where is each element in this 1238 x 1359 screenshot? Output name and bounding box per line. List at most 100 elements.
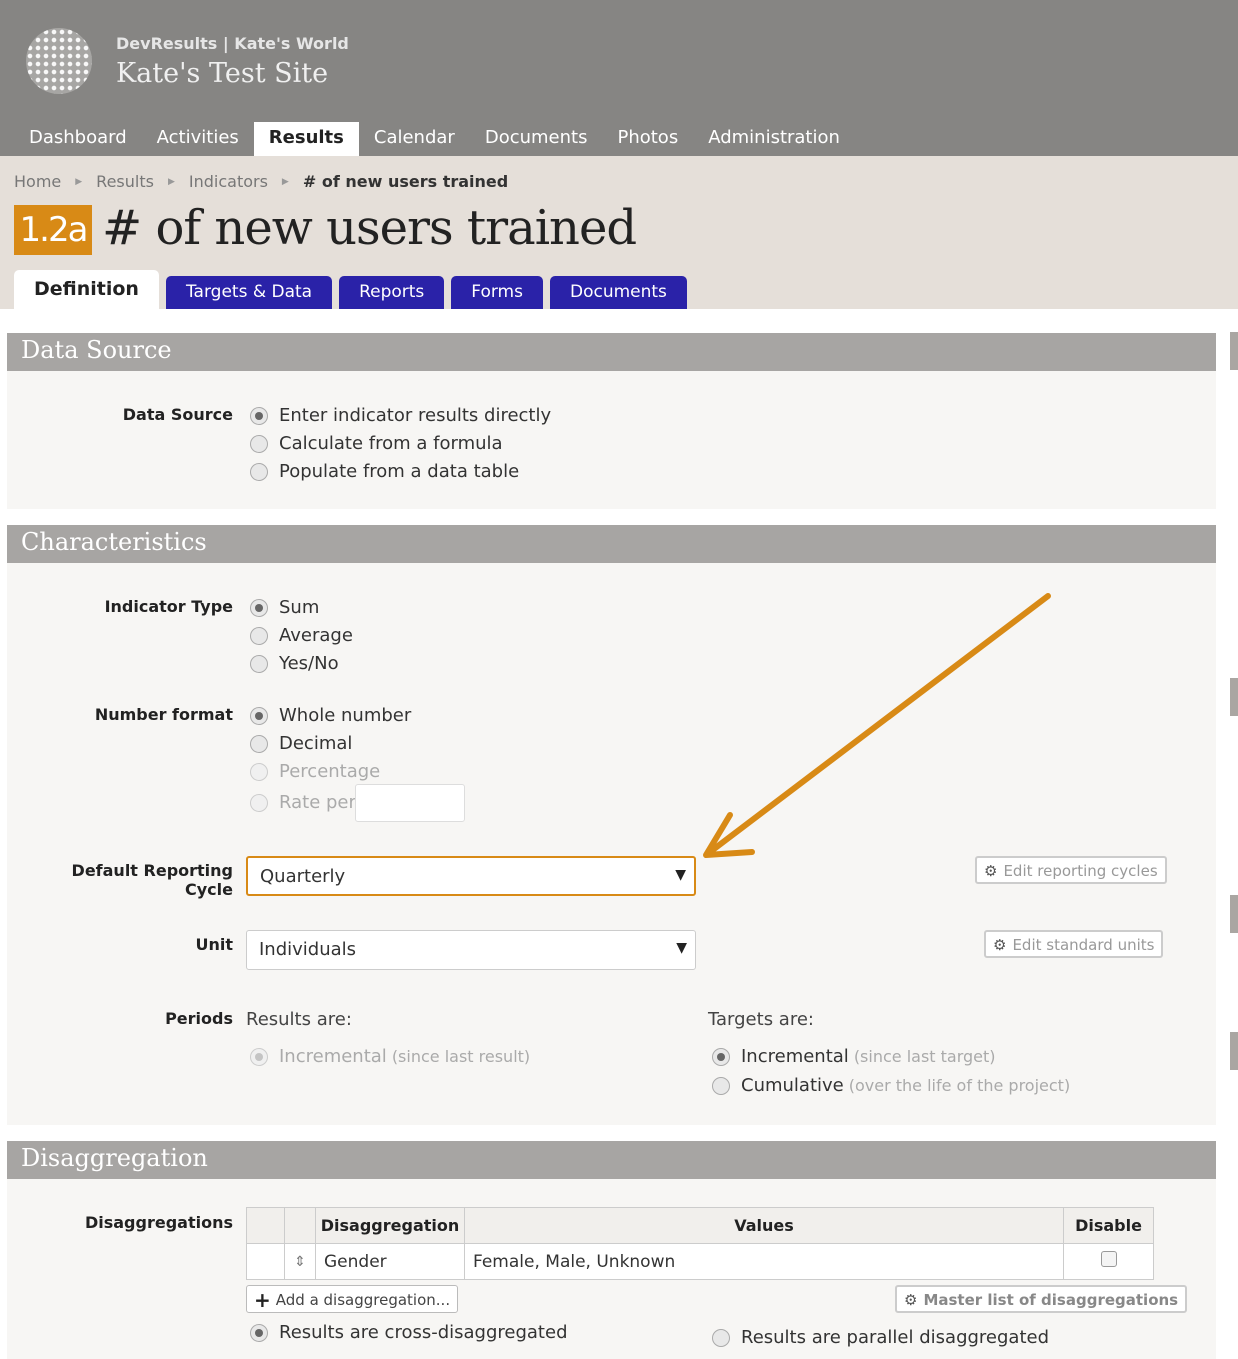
results-incremental-option: Incremental (since last result) — [250, 1046, 530, 1067]
parallel-disaggregated-option[interactable]: Results are parallel disaggregated — [712, 1327, 1049, 1348]
side-panel-edge — [1230, 332, 1238, 370]
tab-definition[interactable]: Definition — [14, 270, 159, 309]
nav-photos[interactable]: Photos — [602, 122, 693, 156]
cross-disaggregated-option[interactable]: Results are cross-disaggregated — [250, 1322, 568, 1343]
add-disaggregation-button[interactable]: + Add a disaggregation... — [246, 1285, 459, 1313]
radio[interactable] — [250, 626, 268, 645]
radio[interactable] — [712, 1076, 730, 1095]
master-list-button[interactable]: ⚙ Master list of disaggregations — [895, 1285, 1188, 1313]
table-header-row: Disaggregation Values Disable — [246, 1207, 1154, 1244]
breadcrumb-home[interactable]: Home — [14, 172, 61, 191]
targets-are-heading: Targets are: — [708, 1009, 814, 1030]
table-row: ⇕ Gender Female, Male, Unknown — [246, 1243, 1154, 1280]
dropdown-arrow-icon: ▼ — [676, 940, 687, 956]
nav-dashboard[interactable]: Dashboard — [14, 122, 142, 156]
drag-handle-icon[interactable]: ⇕ — [284, 1243, 316, 1280]
data-source-option-table[interactable]: Populate from a data table — [250, 461, 519, 482]
radio-selected[interactable] — [250, 598, 268, 617]
targets-incremental-option[interactable]: Incremental (since last target) — [712, 1046, 996, 1067]
radio[interactable] — [250, 654, 268, 673]
nav-results[interactable]: Results — [253, 122, 359, 156]
nav-administration[interactable]: Administration — [693, 122, 855, 156]
nav-calendar[interactable]: Calendar — [359, 122, 470, 156]
nav-documents[interactable]: Documents — [470, 122, 603, 156]
rate-per-input — [355, 784, 465, 822]
number-format-percentage: Percentage — [250, 761, 380, 782]
tab-reports[interactable]: Reports — [339, 276, 445, 309]
gear-icon: ⚙ — [984, 862, 998, 880]
tab-documents[interactable]: Documents — [549, 276, 687, 309]
indicator-type-sum[interactable]: Sum — [250, 597, 319, 618]
radio-disabled — [250, 793, 268, 812]
indicator-code-badge: 1.2a — [14, 205, 92, 255]
reporting-cycle-select[interactable]: Quarterly ▼ — [246, 856, 696, 896]
results-are-heading: Results are: — [246, 1009, 352, 1030]
radio-selected[interactable] — [250, 1323, 268, 1342]
edit-standard-units-button[interactable]: ⚙ Edit standard units — [984, 930, 1164, 958]
indicator-type-yes-no[interactable]: Yes/No — [250, 653, 339, 674]
radio-disabled — [250, 762, 268, 781]
table-header-blank — [246, 1207, 285, 1244]
disaggregations-table: Disaggregation Values Disable ⇕ Gender F… — [246, 1207, 1154, 1280]
organization-name[interactable]: DevResults | Kate's World — [116, 34, 349, 53]
radio-selected[interactable] — [250, 406, 268, 425]
number-format-decimal[interactable]: Decimal — [250, 733, 352, 754]
data-source-option-formula[interactable]: Calculate from a formula — [250, 433, 503, 454]
indicator-type-average[interactable]: Average — [250, 625, 353, 646]
app-header: DevResults | Kate's World Kate's Test Si… — [0, 0, 1238, 156]
disaggregation-name[interactable]: Gender — [315, 1243, 465, 1280]
radio-disabled-selected — [250, 1047, 268, 1066]
edit-reporting-cycles-button[interactable]: ⚙ Edit reporting cycles — [975, 856, 1167, 884]
indicator-type-label: Indicator Type — [104, 597, 233, 616]
breadcrumb: Home ▶ Results ▶ Indicators ▶ # of new u… — [14, 172, 508, 191]
radio-selected[interactable] — [712, 1047, 730, 1066]
site-name[interactable]: Kate's Test Site — [116, 58, 328, 89]
row-cell-blank — [246, 1243, 285, 1280]
side-panel-edge — [1230, 678, 1238, 716]
data-source-heading: Data Source — [7, 333, 1216, 371]
disable-checkbox[interactable] — [1100, 1251, 1117, 1267]
radio-selected[interactable] — [250, 706, 268, 725]
disaggregation-values: Female, Male, Unknown — [464, 1243, 1064, 1280]
unit-label: Unit — [195, 935, 233, 954]
column-values: Values — [464, 1207, 1064, 1244]
main-nav: Dashboard Activities Results Calendar Do… — [14, 122, 855, 156]
radio[interactable] — [250, 462, 268, 481]
disable-cell — [1063, 1243, 1154, 1280]
column-disaggregation: Disaggregation — [315, 1207, 465, 1244]
logo-icon[interactable] — [26, 28, 92, 94]
number-format-rate: Rate per — [250, 792, 356, 813]
reporting-cycle-label: Default Reporting Cycle — [71, 861, 233, 899]
data-source-option-direct[interactable]: Enter indicator results directly — [250, 405, 551, 426]
column-disable: Disable — [1063, 1207, 1154, 1244]
breadcrumb-current: # of new users trained — [302, 172, 509, 191]
nav-activities[interactable]: Activities — [142, 122, 254, 156]
unit-select[interactable]: Individuals ▼ — [246, 930, 696, 970]
tab-targets-data[interactable]: Targets & Data — [165, 276, 333, 309]
indicator-tabs: Definition Targets & Data Reports Forms … — [14, 270, 694, 309]
table-header-blank — [284, 1207, 316, 1244]
number-format-whole[interactable]: Whole number — [250, 705, 411, 726]
radio[interactable] — [250, 734, 268, 753]
side-panel-edge — [1230, 895, 1238, 933]
breadcrumb-separator-icon: ▶ — [75, 176, 83, 187]
disaggregation-heading: Disaggregation — [7, 1141, 1216, 1179]
breadcrumb-indicators[interactable]: Indicators — [189, 172, 268, 191]
targets-cumulative-option[interactable]: Cumulative (over the life of the project… — [712, 1075, 1070, 1096]
page-title: # of new users trained — [102, 200, 637, 256]
gear-icon: ⚙ — [993, 936, 1007, 954]
number-format-label: Number format — [94, 705, 233, 724]
plus-icon: + — [254, 1288, 271, 1312]
breadcrumb-results[interactable]: Results — [96, 172, 154, 191]
side-panel-edge — [1230, 1032, 1238, 1070]
characteristics-heading: Characteristics — [7, 525, 1216, 563]
breadcrumb-separator-icon: ▶ — [281, 176, 289, 187]
periods-label: Periods — [165, 1009, 233, 1028]
disaggregations-label: Disaggregations — [84, 1213, 233, 1232]
radio[interactable] — [712, 1328, 730, 1347]
tab-forms[interactable]: Forms — [451, 276, 543, 309]
breadcrumb-separator-icon: ▶ — [167, 176, 175, 187]
gear-icon: ⚙ — [904, 1291, 918, 1309]
data-source-label: Data Source — [122, 405, 233, 424]
radio[interactable] — [250, 434, 268, 453]
